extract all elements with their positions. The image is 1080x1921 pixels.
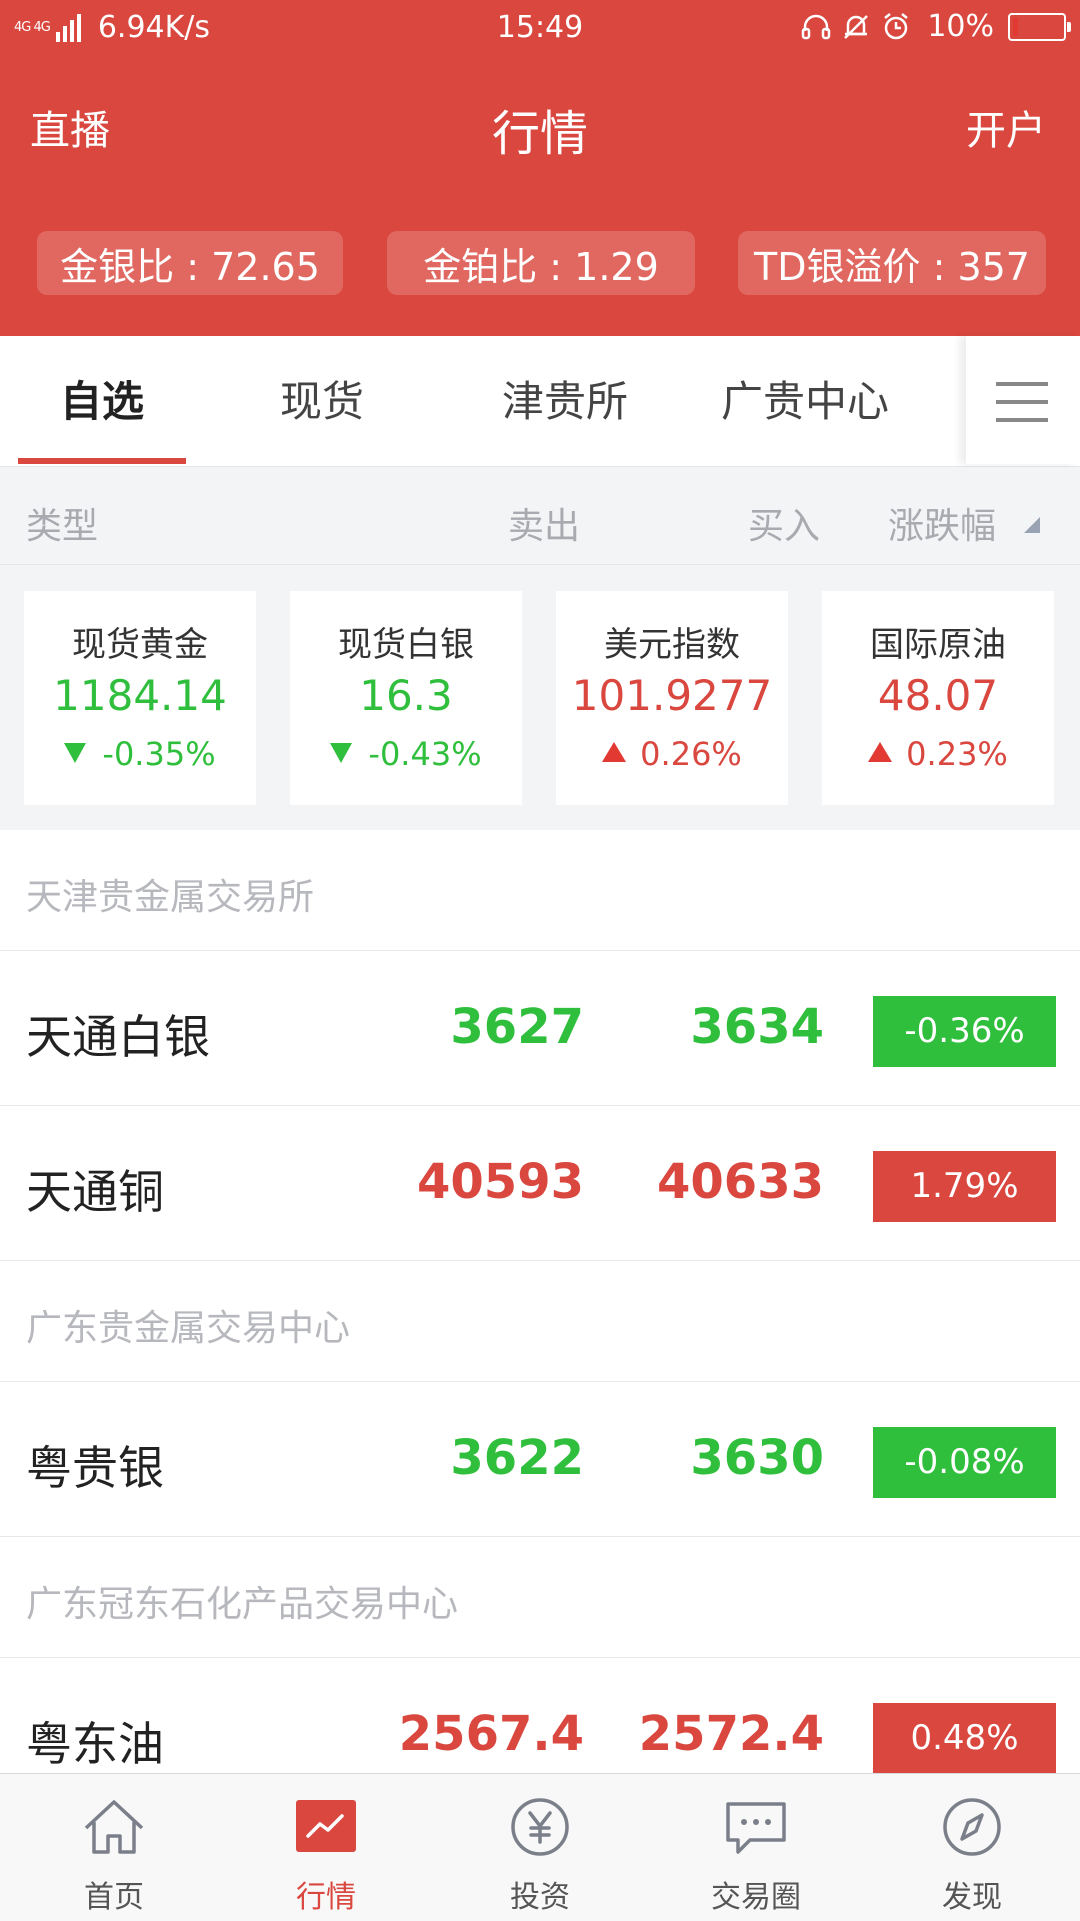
index-change-row: -0.43% bbox=[290, 735, 522, 773]
section-header: 广东贵金属交易中心 bbox=[0, 1261, 1080, 1382]
nav-trading-circle[interactable]: 交易圈 bbox=[648, 1774, 864, 1921]
index-change-row: 0.26% bbox=[556, 735, 788, 773]
section-title: 广东贵金属交易中心 bbox=[26, 1308, 351, 1349]
column-change-sort[interactable]: 涨跌幅 bbox=[888, 497, 996, 549]
home-icon bbox=[84, 1800, 144, 1854]
index-card[interactable]: 现货黄金 1184.14 -0.35% bbox=[24, 591, 256, 805]
buy-price: 40633 bbox=[657, 1154, 824, 1210]
index-name: 现货白银 bbox=[338, 625, 474, 665]
index-change-row: -0.35% bbox=[24, 735, 256, 773]
buy-price: 3634 bbox=[690, 999, 824, 1055]
column-buy: 买入 bbox=[748, 506, 821, 547]
section-title: 广东冠东石化产品交易中心 bbox=[26, 1584, 459, 1625]
table-row[interactable]: 粤贵银 3622 3630 -0.08% bbox=[0, 1382, 1080, 1537]
arrow-up-icon bbox=[868, 742, 893, 762]
change-badge: -0.36% bbox=[873, 996, 1056, 1067]
battery-level bbox=[1013, 17, 1018, 36]
index-price: 48.07 bbox=[877, 671, 999, 720]
index-change: 0.26% bbox=[640, 735, 742, 773]
nav-market[interactable]: 行情 bbox=[218, 1774, 434, 1921]
table-row[interactable]: 天通白银 3627 3634 -0.36% bbox=[0, 951, 1080, 1106]
sell-price: 3627 bbox=[450, 999, 584, 1055]
sell-price: 3622 bbox=[450, 1430, 584, 1486]
menu-icon[interactable] bbox=[966, 336, 1080, 464]
index-price: 16.3 bbox=[359, 671, 453, 720]
nav-trading-circle-label: 交易圈 bbox=[711, 1880, 801, 1915]
arrow-down-icon bbox=[64, 743, 87, 763]
gold-silver-ratio[interactable]: 金银比 : 72.65 bbox=[37, 231, 343, 295]
battery-percent: 10% bbox=[927, 9, 994, 44]
tab-tianjin-exchange[interactable]: 津贵所 bbox=[470, 336, 660, 466]
active-tab-indicator bbox=[18, 458, 186, 464]
status-bar: 4G 4G 6.94K/s 15:49 10% bbox=[0, 0, 1080, 56]
product-name: 天通铜 bbox=[26, 1165, 164, 1219]
chat-bubble-icon bbox=[726, 1802, 786, 1854]
index-change: -0.43% bbox=[368, 735, 482, 773]
sell-price: 2567.4 bbox=[398, 1706, 584, 1762]
change-badge: -0.08% bbox=[873, 1427, 1056, 1498]
open-account-button[interactable]: 开户 bbox=[966, 98, 1046, 156]
index-price: 101.9277 bbox=[571, 671, 773, 720]
nav-discover-label: 发现 bbox=[942, 1880, 1002, 1915]
market-chart-icon bbox=[296, 1800, 356, 1852]
bell-off-icon bbox=[844, 14, 869, 39]
index-card[interactable]: 现货白银 16.3 -0.43% bbox=[290, 591, 522, 805]
nav-home[interactable]: 首页 bbox=[6, 1774, 222, 1921]
buy-price: 2572.4 bbox=[638, 1706, 824, 1762]
alarm-icon bbox=[884, 12, 909, 39]
yen-coin-icon bbox=[511, 1798, 569, 1856]
market-tabs: 自选 现货 津贵所 广贵中心 bbox=[0, 336, 1080, 467]
td-silver-premium[interactable]: TD银溢价 : 357 bbox=[738, 231, 1046, 295]
battery-icon bbox=[1008, 12, 1071, 41]
section-header: 广东冠东石化产品交易中心 bbox=[0, 1537, 1080, 1658]
product-name: 天通白银 bbox=[26, 1010, 210, 1064]
compass-icon bbox=[943, 1798, 1001, 1856]
tab-guangdong-center[interactable]: 广贵中心 bbox=[700, 336, 910, 466]
section-header: 天津贵金属交易所 bbox=[0, 830, 1080, 951]
column-sell: 卖出 bbox=[508, 506, 581, 547]
nav-invest[interactable]: 投资 bbox=[432, 1774, 648, 1921]
gold-platinum-ratio[interactable]: 金铂比 : 1.29 bbox=[387, 231, 695, 295]
tab-watchlist[interactable]: 自选 bbox=[18, 336, 186, 466]
index-change-row: 0.23% bbox=[822, 735, 1054, 773]
change-badge: 1.79% bbox=[873, 1151, 1056, 1222]
nav-home-label: 首页 bbox=[84, 1880, 144, 1915]
product-name: 粤东油 bbox=[26, 1717, 164, 1771]
index-card[interactable]: 美元指数 101.9277 0.26% bbox=[556, 591, 788, 805]
index-price: 1184.14 bbox=[53, 671, 227, 720]
index-name: 国际原油 bbox=[870, 625, 1006, 665]
bottom-nav: 首页 行情 投资 交易圈 发现 bbox=[0, 1773, 1080, 1921]
change-badge: 0.48% bbox=[873, 1703, 1056, 1774]
index-name: 美元指数 bbox=[604, 625, 740, 665]
sell-price: 40593 bbox=[417, 1154, 584, 1210]
column-type: 类型 bbox=[26, 506, 99, 547]
nav-invest-label: 投资 bbox=[510, 1880, 570, 1915]
arrow-up-icon bbox=[602, 742, 627, 762]
tab-spot[interactable]: 现货 bbox=[232, 336, 412, 466]
nav-market-label: 行情 bbox=[296, 1880, 356, 1915]
nav-discover[interactable]: 发现 bbox=[864, 1774, 1080, 1921]
index-change: -0.35% bbox=[102, 735, 216, 773]
buy-price: 3630 bbox=[690, 1430, 824, 1486]
table-row[interactable]: 天通铜 40593 40633 1.79% bbox=[0, 1106, 1080, 1261]
headset-icon bbox=[802, 14, 831, 39]
sort-arrow-icon[interactable] bbox=[1024, 517, 1040, 533]
page-title: 行情 bbox=[491, 106, 588, 162]
arrow-down-icon bbox=[330, 743, 353, 763]
status-right: 10% bbox=[801, 9, 1071, 44]
index-card[interactable]: 国际原油 48.07 0.23% bbox=[822, 591, 1054, 805]
column-header: 类型 卖出 买入 涨跌幅 bbox=[0, 467, 1080, 565]
product-name: 粤贵银 bbox=[26, 1441, 164, 1495]
section-title: 天津贵金属交易所 bbox=[26, 877, 315, 918]
index-name: 现货黄金 bbox=[72, 625, 208, 665]
index-change: 0.23% bbox=[906, 735, 1008, 773]
